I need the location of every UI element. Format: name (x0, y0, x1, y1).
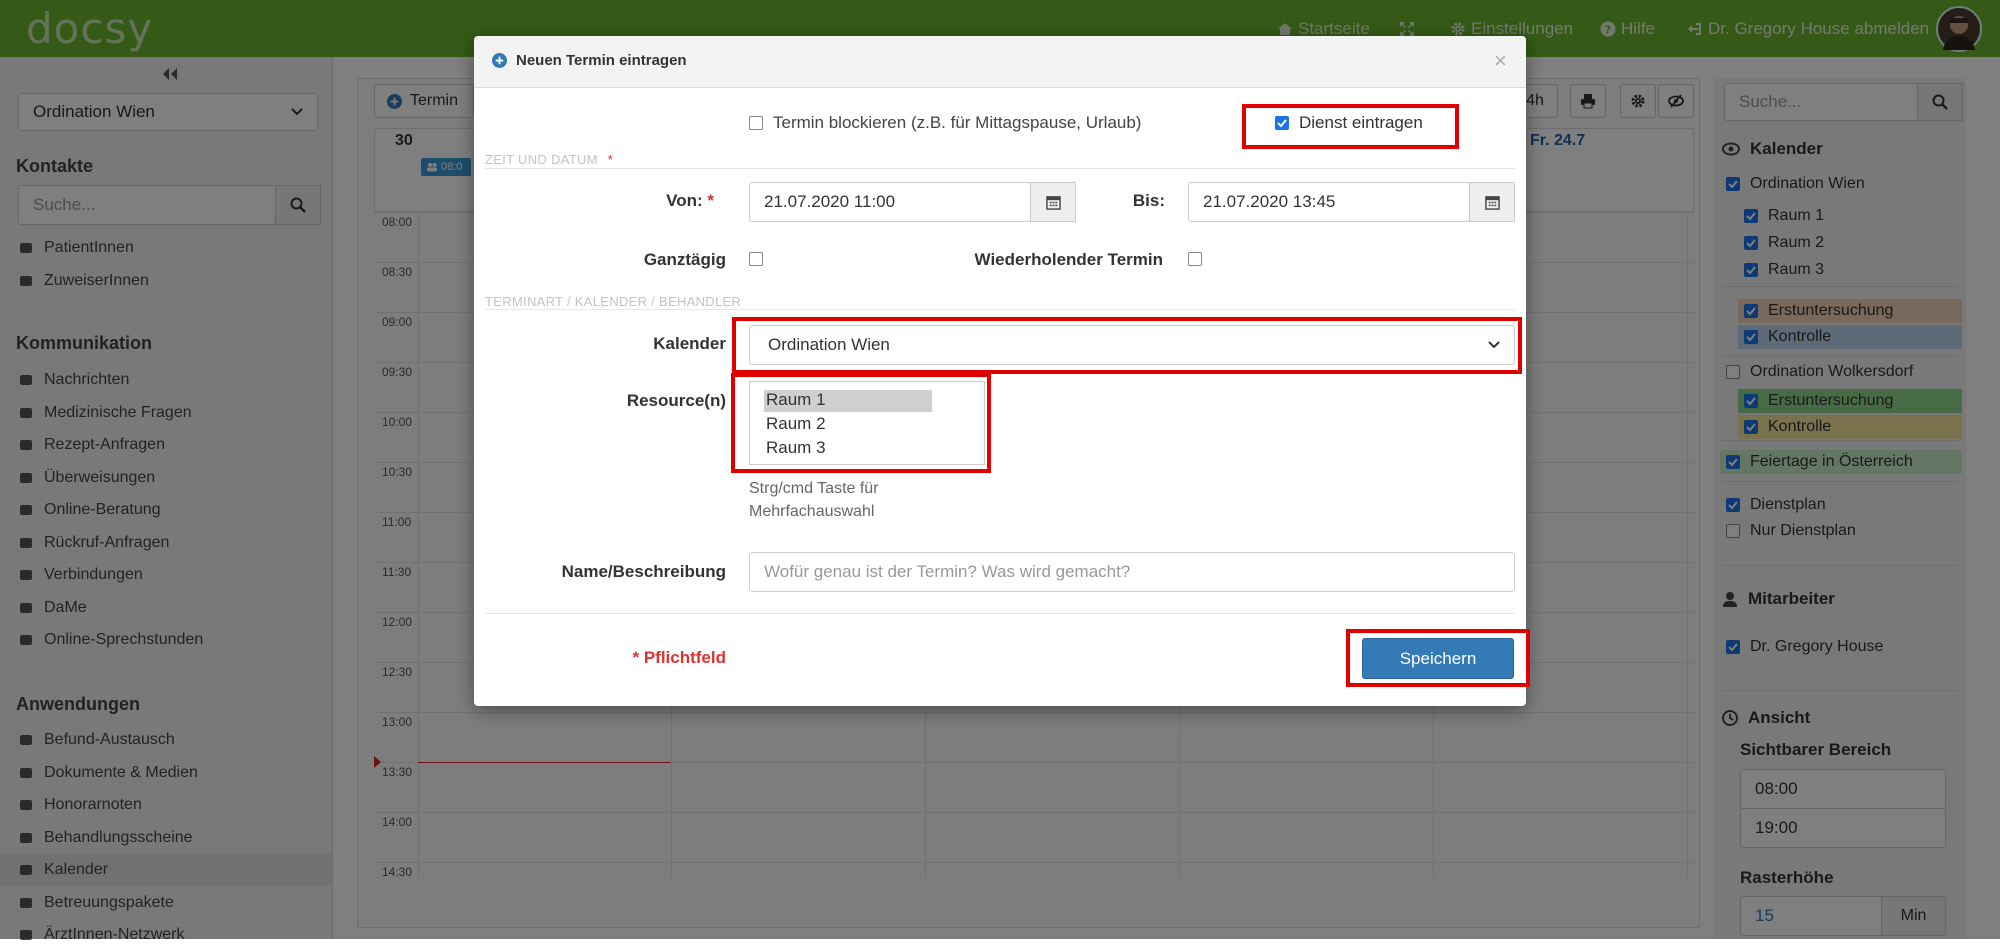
block-termin-label: Termin blockieren (z.B. für Mittagspause… (773, 113, 1142, 132)
von-label: Von: * (600, 191, 714, 211)
calendar-icon (1045, 195, 1061, 210)
section-type-heading: TERMINART / KALENDER / BEHANDLER (485, 294, 742, 309)
resource-option-2[interactable]: Raum 2 (764, 414, 826, 434)
required-asterisk: * (607, 152, 614, 167)
dienst-label: Dienst eintragen (1299, 113, 1423, 132)
wiederholend-label: Wiederholender Termin (974, 250, 1163, 269)
von-input[interactable]: 21.07.2020 11:00 (749, 182, 1031, 222)
footer-divider (485, 613, 1515, 614)
plus-circle-icon (492, 53, 507, 68)
von-label-text: Von: (666, 191, 703, 210)
section-divider (485, 309, 1515, 310)
resource-option-3[interactable]: Raum 3 (764, 438, 826, 458)
bis-input[interactable]: 21.07.2020 13:45 (1188, 182, 1470, 222)
von-calendar-button[interactable] (1030, 182, 1076, 222)
save-button[interactable]: Speichern (1362, 638, 1514, 679)
modal-title: Neuen Termin eintragen (516, 52, 687, 69)
section-divider (485, 168, 1515, 169)
multi-select-hint: Strg/cmd Taste für Mehrfachauswahl (749, 480, 879, 520)
bis-label: Bis: (1132, 191, 1165, 210)
bis-value: 21.07.2020 13:45 (1203, 192, 1336, 211)
section-time-heading: ZEIT UND DATUM * (485, 152, 613, 167)
name-placeholder: Wofür genau ist der Termin? Was wird gem… (764, 562, 1131, 581)
ganztaegig-label: Ganztägig (643, 250, 726, 269)
name-input[interactable]: Wofür genau ist der Termin? Was wird gem… (749, 552, 1515, 592)
dienst-toggle[interactable]: Dienst eintragen (1275, 112, 1423, 134)
von-required: * (707, 191, 714, 210)
block-termin-toggle[interactable]: Termin blockieren (z.B. für Mittagspause… (749, 112, 1141, 134)
name-label: Name/Beschreibung (561, 562, 726, 581)
kalender-label: Kalender (653, 334, 726, 353)
wiederholend-checkbox[interactable] (1188, 252, 1202, 266)
ganztaegig-checkbox[interactable] (749, 252, 763, 266)
kalender-select-value: Ordination Wien (768, 335, 890, 354)
bis-calendar-button[interactable] (1469, 182, 1515, 222)
section-time-label: ZEIT UND DATUM (485, 152, 598, 167)
resource-label: Resource(n) (626, 391, 726, 410)
von-value: 21.07.2020 11:00 (764, 192, 896, 211)
calendar-icon (1484, 195, 1500, 210)
pflichtfeld-note: * Pflichtfeld (632, 648, 726, 667)
block-termin-checkbox[interactable] (749, 116, 763, 130)
chevron-down-icon (1488, 341, 1500, 349)
dienst-checkbox[interactable] (1275, 116, 1289, 130)
kalender-select[interactable]: Ordination Wien (749, 325, 1515, 365)
resource-listbox[interactable]: Raum 1 Raum 2 Raum 3 (749, 381, 985, 465)
modal-close-button[interactable]: × (1494, 48, 1507, 74)
resource-option-1[interactable]: Raum 1 (764, 390, 932, 412)
